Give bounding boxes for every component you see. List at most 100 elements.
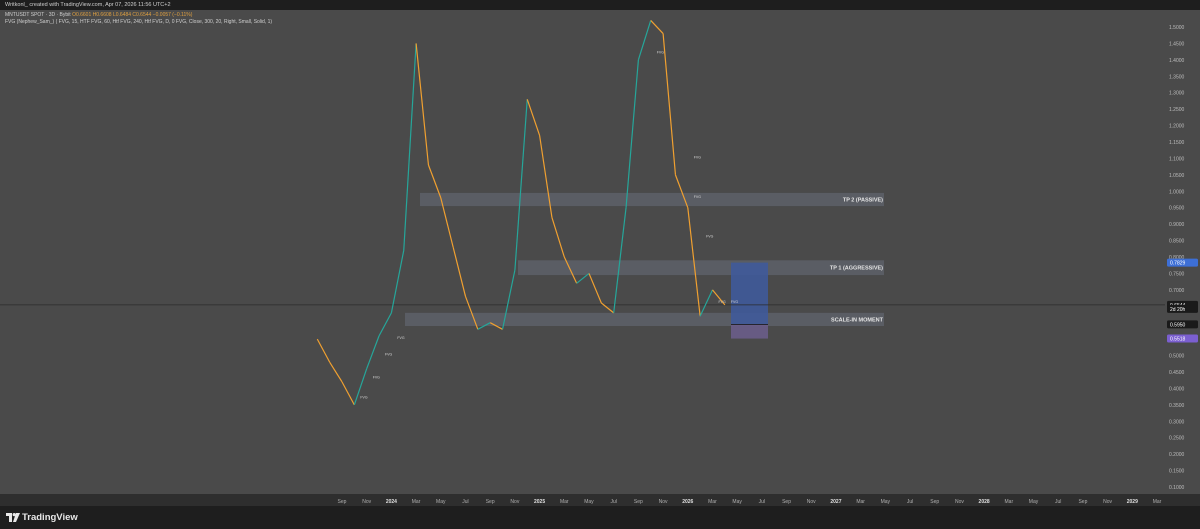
price-label-text: 0.7829 xyxy=(1170,261,1186,267)
x-tick-label: Sep xyxy=(930,499,939,505)
position-profit-box[interactable] xyxy=(731,262,768,325)
y-tick-label: 0.1500 xyxy=(1169,469,1185,475)
footer: TradingView xyxy=(0,506,1200,529)
fvg-marker: FVG xyxy=(657,50,664,54)
x-tick-label: Jul xyxy=(462,499,468,505)
zone-band[interactable] xyxy=(405,312,884,326)
price-segment xyxy=(699,289,714,317)
x-tick-label: Mar xyxy=(856,499,865,505)
indicator-label: FVG (Nephew_Sam_) ( FVG, 15, HTF FVG, 60… xyxy=(5,19,273,25)
x-tick-label: 2026 xyxy=(682,499,693,505)
x-tick-label: Sep xyxy=(486,499,495,505)
y-tick-label: 1.1500 xyxy=(1169,140,1185,146)
tradingview-logo-icon xyxy=(6,513,20,522)
price-segment xyxy=(637,20,652,61)
zone-band[interactable] xyxy=(420,192,884,207)
price-label-text: 2d 20h xyxy=(1170,307,1186,313)
price-segment xyxy=(650,20,664,34)
price-segment xyxy=(514,99,528,271)
price-segment xyxy=(329,361,343,383)
y-tick-label: 1.5000 xyxy=(1169,25,1185,31)
x-tick-label: Sep xyxy=(782,499,791,505)
x-tick-label: Mar xyxy=(560,499,569,505)
y-tick-label: 0.2500 xyxy=(1169,436,1185,442)
x-tick-label: Nov xyxy=(362,499,371,505)
price-segment xyxy=(613,207,627,313)
y-tick-label: 1.3000 xyxy=(1169,91,1185,97)
x-tick-label: Jul xyxy=(610,499,616,505)
position-loss-box[interactable] xyxy=(731,324,768,339)
x-tick-label: Sep xyxy=(1078,499,1087,505)
price-segment xyxy=(415,43,430,166)
ohlc-change: −0.0057 (−0.11%) xyxy=(152,12,193,18)
y-tick-label: 0.3000 xyxy=(1169,419,1185,425)
indicator-row: FVG (Nephew_Sam_) ( FVG, 15, HTF FVG, 60… xyxy=(5,19,272,26)
symbol-name: MNTUSDT SPOT · 3D · Bybit xyxy=(5,12,71,18)
price-segment xyxy=(526,99,541,136)
x-tick-label: Nov xyxy=(807,499,816,505)
x-tick-label: May xyxy=(1029,499,1039,505)
price-segment xyxy=(366,335,380,369)
fvg-marker: FVG xyxy=(385,353,392,357)
zone-label: TP 2 (PASSIVE) xyxy=(843,198,883,204)
fvg-marker: FVG xyxy=(731,300,738,304)
x-tick-label: Jul xyxy=(759,499,765,505)
price-label-text: 0.5518 xyxy=(1170,337,1186,343)
price-segment xyxy=(625,59,639,208)
x-tick-label: May xyxy=(584,499,594,505)
price-segment xyxy=(403,43,417,251)
price-segment xyxy=(341,381,355,406)
y-tick-label: 1.4000 xyxy=(1169,58,1185,64)
x-tick-label: May xyxy=(881,499,891,505)
y-tick-label: 0.7500 xyxy=(1169,271,1185,277)
x-tick-label: Sep xyxy=(338,499,347,505)
fvg-marker: FVG xyxy=(706,234,713,238)
price-label-text: 0.5950 xyxy=(1170,322,1186,328)
x-tick-label: 2024 xyxy=(386,499,397,505)
price-segment xyxy=(588,273,602,304)
x-tick-label: Nov xyxy=(1103,499,1112,505)
x-tick-label: Mar xyxy=(412,499,421,505)
y-tick-label: 0.3500 xyxy=(1169,403,1185,409)
y-tick-label: 0.7000 xyxy=(1169,288,1185,294)
chart-header: Writkonl_ created with TradingView.com, … xyxy=(0,0,1200,10)
x-tick-label: 2028 xyxy=(979,499,990,505)
x-tick-label: May xyxy=(436,499,446,505)
price-segment xyxy=(390,250,405,313)
x-tick-label: Sep xyxy=(634,499,643,505)
y-tick-label: 1.2500 xyxy=(1169,107,1185,113)
x-tick-label: 2029 xyxy=(1127,499,1138,505)
y-tick-label: 0.1000 xyxy=(1169,485,1185,491)
y-tick-label: 1.4500 xyxy=(1169,41,1185,47)
ohlc-high: H0.6608 xyxy=(92,12,112,18)
y-tick-label: 1.1000 xyxy=(1169,156,1185,162)
price-axis[interactable]: 1.5000 1.4500 1.4000 1.3500 1.3000 1.2500 1.20… xyxy=(1165,10,1200,494)
y-tick-label: 0.9500 xyxy=(1169,206,1185,212)
x-tick-label: Mar xyxy=(1153,499,1162,505)
y-tick-label: 0.5000 xyxy=(1169,354,1185,360)
x-tick-label: Mar xyxy=(1005,499,1014,505)
x-tick-label: 2025 xyxy=(534,499,545,505)
y-tick-label: 0.2000 xyxy=(1169,452,1185,458)
fvg-marker: FVG xyxy=(373,376,380,380)
chart-legend: MNTUSDT SPOT · 3D · Bybit O0.6601 H0.660… xyxy=(5,12,272,26)
price-axis-svg[interactable]: 1.5000 1.4500 1.4000 1.3500 1.3000 1.2500 1.20… xyxy=(1165,10,1200,494)
time-axis[interactable]: Sep Nov 2024 Mar May Jul Sep Nov 2025 Mar May Jul Se… xyxy=(0,494,1200,506)
chart-title: Writkonl_ created with TradingView.com, … xyxy=(5,2,171,8)
x-tick-label: May xyxy=(732,499,742,505)
y-tick-label: 1.0000 xyxy=(1169,189,1185,195)
y-tick-label: 0.8500 xyxy=(1169,239,1185,245)
zone-label: SCALE-IN MOMENT xyxy=(831,317,884,323)
chart-svg[interactable]: TP 2 (PASSIVE) TP 1 (AGGRESSIVE) SCALE-IN … xyxy=(0,10,1165,494)
y-tick-label: 0.4000 xyxy=(1169,386,1185,392)
x-tick-label: Nov xyxy=(510,499,519,505)
ohlc-open: O0.6601 xyxy=(72,12,92,18)
y-tick-label: 1.3500 xyxy=(1169,74,1185,80)
y-tick-label: 0.4500 xyxy=(1169,370,1185,376)
x-tick-label: Mar xyxy=(708,499,717,505)
chart-plot-area[interactable]: TP 2 (PASSIVE) TP 1 (AGGRESSIVE) SCALE-IN … xyxy=(0,10,1165,494)
symbol-row: MNTUSDT SPOT · 3D · Bybit O0.6601 H0.660… xyxy=(5,12,272,19)
brand-name[interactable]: TradingView xyxy=(22,512,78,523)
x-tick-label: 2027 xyxy=(830,499,841,505)
price-segment xyxy=(662,33,677,175)
